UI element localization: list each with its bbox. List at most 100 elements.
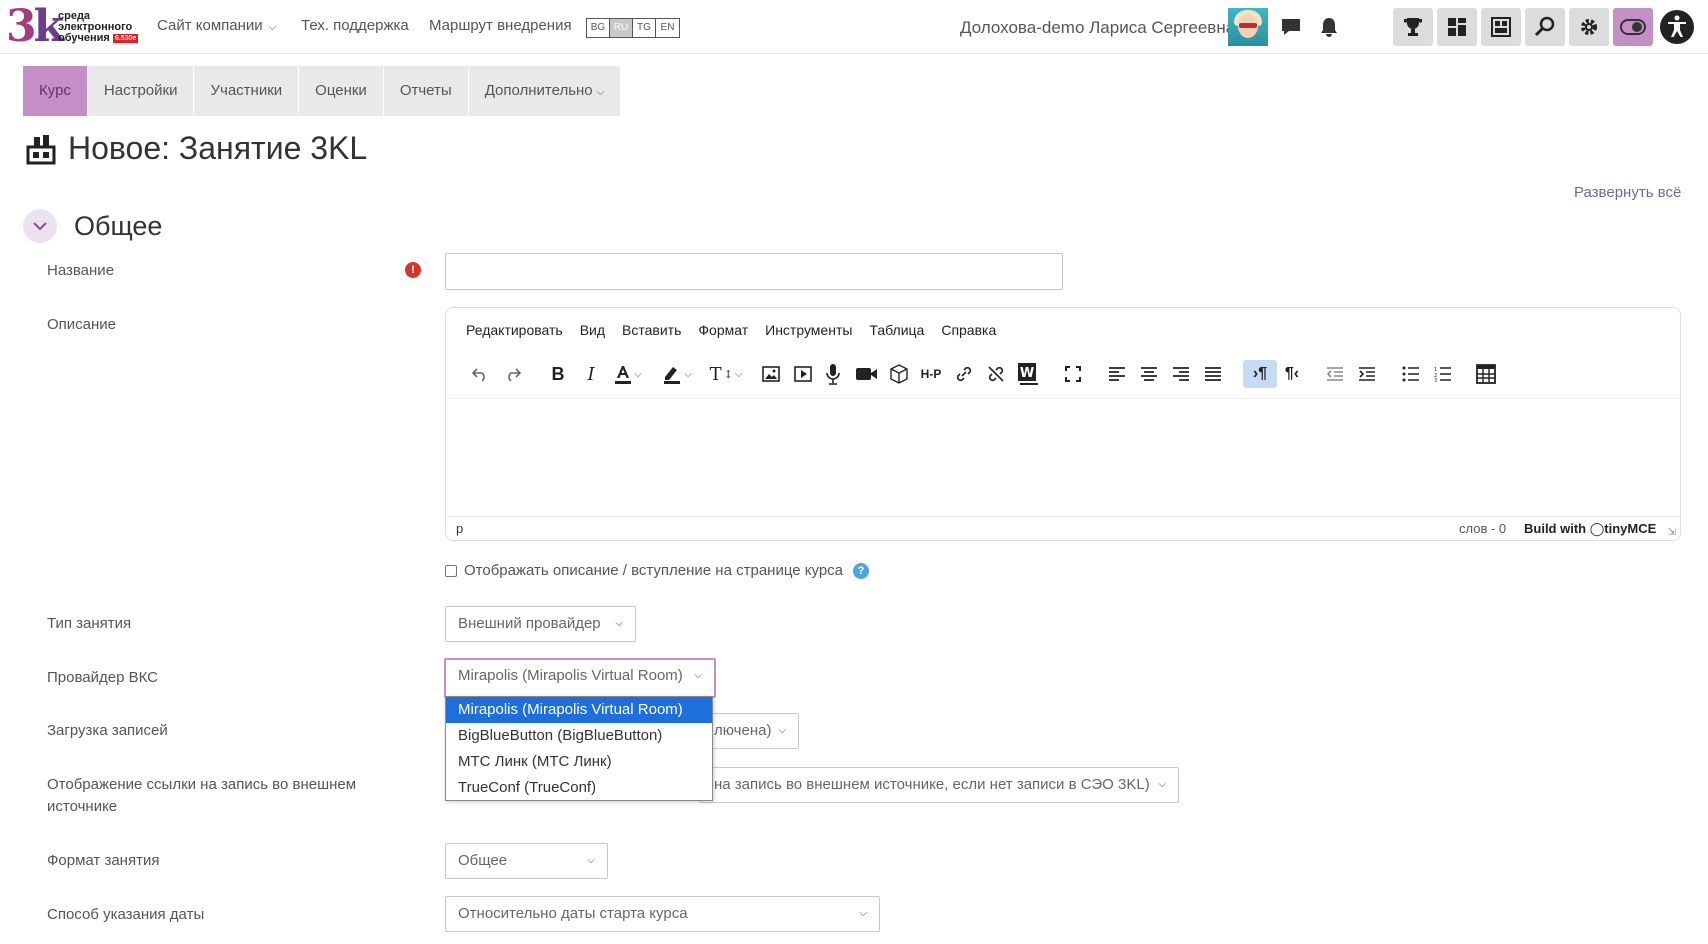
chevron-down-icon[interactable]: ⌵ xyxy=(680,360,696,388)
calculator-icon xyxy=(1476,364,1496,384)
menu-tools[interactable]: Инструменты xyxy=(765,322,852,338)
menu-help[interactable]: Справка xyxy=(941,322,996,338)
recordings-select[interactable]: лючена) ⌵ xyxy=(699,713,799,749)
accessibility-button[interactable] xyxy=(1657,8,1697,46)
chevron-down-icon: ⌵ xyxy=(596,87,605,98)
settings-button[interactable] xyxy=(1569,8,1609,46)
unlink-button[interactable] xyxy=(982,360,1010,388)
align-right-icon xyxy=(1173,367,1189,381)
menu-edit[interactable]: Редактировать xyxy=(466,322,563,338)
image-button[interactable] xyxy=(757,360,785,388)
tab-settings[interactable]: Настройки xyxy=(88,66,195,116)
element-path[interactable]: p xyxy=(456,521,463,536)
show-description-label[interactable]: Отображать описание / вступление на стра… xyxy=(464,562,843,579)
tab-participants[interactable]: Участники xyxy=(194,66,300,116)
bell-icon[interactable] xyxy=(1318,16,1340,38)
version-badge: 6.530e xyxy=(112,33,139,43)
date-method-select[interactable]: Относительно даты старта курса ⌵ xyxy=(445,896,880,932)
lang-tg[interactable]: TG xyxy=(633,19,656,37)
italic-button[interactable]: I xyxy=(577,360,605,388)
course-secondary-nav: Курс Настройки Участники Оценки Отчеты Д… xyxy=(23,66,621,116)
tab-reports[interactable]: Отчеты xyxy=(384,66,469,116)
bullet-list-icon xyxy=(1402,366,1419,382)
provider-option-mts-link[interactable]: МТС Линк (МТС Линк) xyxy=(446,749,712,775)
outdent-button[interactable] xyxy=(1321,360,1349,388)
redo-button[interactable] xyxy=(499,360,527,388)
bold-button[interactable]: B xyxy=(544,360,572,388)
indent-button[interactable] xyxy=(1353,360,1381,388)
editor-branding[interactable]: Build with ◯tinyMCE xyxy=(1524,521,1656,537)
fullscreen-button[interactable] xyxy=(1059,360,1087,388)
lang-en[interactable]: EN xyxy=(656,19,679,37)
link-display-select-value: на запись во внешнем источнике, если нет… xyxy=(714,776,1150,793)
required-icon: ! xyxy=(405,262,421,278)
user-name[interactable]: Долохова-demo Лариса Сергеевна xyxy=(960,18,1235,38)
paste-word-button[interactable]: W xyxy=(1014,360,1042,388)
record-video-button[interactable] xyxy=(853,360,881,388)
menu-table[interactable]: Таблица xyxy=(869,322,924,338)
bullet-list-button[interactable] xyxy=(1397,360,1425,388)
tab-course[interactable]: Курс xyxy=(23,66,88,116)
link-display-select[interactable]: на запись во внешнем источнике, если нет… xyxy=(699,767,1179,803)
dashboard-button[interactable] xyxy=(1437,8,1477,46)
help-icon[interactable]: ? xyxy=(853,562,869,579)
record-audio-button[interactable] xyxy=(819,360,847,388)
provider-option-bigbluebutton[interactable]: BigBlueButton (BigBlueButton) xyxy=(446,723,712,749)
collapse-toggle[interactable] xyxy=(23,209,57,243)
nav-company-link[interactable]: Сайт компании ⌵ xyxy=(157,17,276,34)
provider-select[interactable]: Mirapolis (Mirapolis Virtual Room) ⌵ xyxy=(444,658,716,698)
name-label: Название xyxy=(47,262,115,279)
tab-more[interactable]: Дополнительно ⌵ xyxy=(469,66,621,116)
align-left-button[interactable] xyxy=(1103,360,1131,388)
theme-toggle-button[interactable] xyxy=(1613,8,1653,46)
courses-button[interactable] xyxy=(1481,8,1521,46)
rtl-button[interactable]: ¶‹ xyxy=(1278,360,1306,388)
achievements-button[interactable] xyxy=(1393,8,1433,46)
align-right-button[interactable] xyxy=(1167,360,1195,388)
avatar[interactable] xyxy=(1228,8,1268,46)
media-button[interactable] xyxy=(789,360,817,388)
provider-option-mirapolis[interactable]: Mirapolis (Mirapolis Virtual Room) xyxy=(446,697,712,723)
nav-support-link[interactable]: Тех. поддержка xyxy=(301,17,409,34)
h5p-button[interactable]: H-P xyxy=(917,360,945,388)
format-select[interactable]: Общее ⌵ xyxy=(445,843,608,879)
link-button[interactable] xyxy=(950,360,978,388)
chevron-down-icon[interactable]: ⌵ xyxy=(630,360,646,388)
lang-ru[interactable]: RU xyxy=(610,19,633,37)
tinymce-brand: tinyMCE xyxy=(1604,521,1657,536)
chevron-down-icon: ⌵ xyxy=(859,908,867,919)
section-general-header[interactable]: Общее xyxy=(23,209,162,243)
3d-model-button[interactable] xyxy=(885,360,913,388)
resize-handle-icon[interactable]: ⇲ xyxy=(1668,527,1676,538)
type-select[interactable]: Внешний провайдер ⌵ xyxy=(445,606,636,642)
site-logo[interactable]: 3k среда электронного обучения 6.530e xyxy=(6,2,142,52)
provider-option-trueconf[interactable]: TrueConf (TrueConf) xyxy=(446,775,712,801)
ltr-button[interactable]: ›¶ xyxy=(1243,360,1277,388)
justify-button[interactable] xyxy=(1199,360,1227,388)
menu-format[interactable]: Формат xyxy=(698,322,748,338)
nav-route-link[interactable]: Маршрут внедрения xyxy=(429,17,572,34)
tab-grades[interactable]: Оценки xyxy=(299,66,384,116)
editor-content-area[interactable] xyxy=(447,398,1679,518)
expand-all-link[interactable]: Развернуть всё xyxy=(1574,184,1681,201)
undo-button[interactable] xyxy=(466,360,494,388)
rtl-icon: ¶‹ xyxy=(1284,365,1300,382)
chevron-down-icon: ⌵ xyxy=(694,670,702,681)
name-input[interactable] xyxy=(445,253,1063,290)
built-with-text: Build with xyxy=(1524,521,1587,536)
logo-line3: обучения xyxy=(58,32,110,44)
search-icon xyxy=(1534,16,1555,37)
search-button[interactable] xyxy=(1525,8,1565,46)
provider-select-value: Mirapolis (Mirapolis Virtual Room) xyxy=(458,667,683,684)
lang-bg[interactable]: BG xyxy=(587,19,610,37)
show-description-checkbox[interactable] xyxy=(445,564,457,577)
align-center-button[interactable] xyxy=(1135,360,1163,388)
font-size-button[interactable]: T ↕ ⌵ xyxy=(706,360,746,388)
message-icon[interactable] xyxy=(1280,16,1302,38)
table-button[interactable] xyxy=(1472,360,1500,388)
menu-insert[interactable]: Вставить xyxy=(622,322,681,338)
ltr-icon: ›¶ xyxy=(1252,365,1268,382)
menu-view[interactable]: Вид xyxy=(580,322,605,338)
unlink-icon xyxy=(988,366,1004,382)
numbered-list-button[interactable]: 123 xyxy=(1429,360,1457,388)
